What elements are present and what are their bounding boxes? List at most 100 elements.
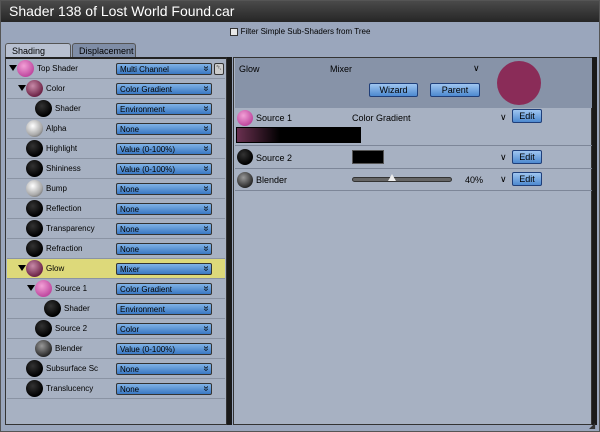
shader-preview-ball[interactable] <box>26 80 43 97</box>
shader-type-dropdown[interactable]: Mixer <box>116 263 212 275</box>
tree-row[interactable]: Shader Environment <box>7 299 225 319</box>
shader-preview-ball[interactable] <box>26 160 43 177</box>
tree-row-label: Subsurface Sc <box>46 364 99 373</box>
tree-row[interactable]: Source 2 Color <box>7 319 225 339</box>
shader-preview-ball[interactable] <box>26 180 43 197</box>
disclosure-triangle-icon[interactable] <box>27 285 35 291</box>
tree-row[interactable]: Bump None <box>7 179 225 199</box>
shader-preview-ball[interactable] <box>17 60 34 77</box>
tree-row-label: Shader <box>64 304 90 313</box>
tab-shading[interactable]: Shading <box>5 43 71 57</box>
shader-preview-ball[interactable] <box>26 120 43 137</box>
shader-preview-ball[interactable] <box>26 240 43 257</box>
blender-slider-track[interactable] <box>352 177 452 182</box>
shader-type-dropdown[interactable]: None <box>116 203 212 215</box>
shader-preview-ball[interactable] <box>26 260 43 277</box>
tree-row[interactable]: Highlight Value (0-100%) <box>7 139 225 159</box>
tree-row-label: Reflection <box>46 204 82 213</box>
shader-preview-ball[interactable] <box>26 200 43 217</box>
source2-label: Source 2 <box>256 153 293 163</box>
resize-grip-icon[interactable]: ◢ <box>589 421 599 431</box>
shader-preview-ball[interactable] <box>35 100 52 117</box>
shader-type-dropdown[interactable]: Value (0-100%) <box>116 143 212 155</box>
shader-type-dropdown[interactable]: Color Gradient <box>116 83 212 95</box>
shader-type-dropdown[interactable]: Value (0-100%) <box>116 343 212 355</box>
filter-checkbox-row[interactable]: Filter Simple Sub-Shaders from Tree <box>1 22 599 42</box>
tree-row[interactable]: Source 1 Color Gradient <box>7 279 225 299</box>
source2-edit-button[interactable]: Edit <box>512 150 542 164</box>
tree-row[interactable]: Blender Value (0-100%) <box>7 339 225 359</box>
tree-row-label: Glow <box>46 264 65 273</box>
tree-row[interactable]: Shader Environment <box>7 99 225 119</box>
tree-row-label: Translucency <box>46 384 94 393</box>
type-chevron-icon[interactable]: ∨ <box>473 63 480 74</box>
shader-preview-ball[interactable] <box>26 140 43 157</box>
shader-type-dropdown[interactable]: None <box>116 383 212 395</box>
blender-edit-button[interactable]: Edit <box>512 172 542 186</box>
shader-type-dropdown[interactable]: Environment <box>116 103 212 115</box>
trash-icon[interactable]: ␡ <box>214 63 224 75</box>
tree-row[interactable]: Subsurface Sc None <box>7 359 225 379</box>
disclosure-triangle-icon[interactable] <box>9 65 17 71</box>
shader-preview-ball[interactable] <box>26 360 43 377</box>
source2-chevron-icon[interactable]: ∨ <box>500 152 507 163</box>
detail-header: Glow Mixer ∨ Wizard Parent <box>235 58 592 108</box>
tree-row[interactable]: Alpha None <box>7 119 225 139</box>
shader-tree-panel: Top Shader Multi Channel␡ Color Color Gradi… <box>5 57 227 425</box>
blender-slider-knob[interactable] <box>388 174 396 181</box>
blender-ball[interactable] <box>237 172 253 188</box>
tree-row[interactable]: Glow Mixer <box>7 259 225 279</box>
channel-name: Glow <box>239 64 260 74</box>
source1-ball[interactable] <box>237 110 253 126</box>
tree-row[interactable]: Color Color Gradient <box>7 79 225 99</box>
shader-preview-ball[interactable] <box>26 380 43 397</box>
tree-row[interactable]: Top Shader Multi Channel␡ <box>7 59 225 79</box>
source2-ball[interactable] <box>237 149 253 165</box>
source1-type: Color Gradient <box>352 113 411 123</box>
tree-row-label: Shader <box>55 104 81 113</box>
tree-row-label: Blender <box>55 344 83 353</box>
parent-button[interactable]: Parent <box>430 83 480 97</box>
shader-window: Shader 138 of Lost World Found.car Filte… <box>0 0 600 432</box>
shader-preview-ball[interactable] <box>44 300 61 317</box>
tree-row[interactable]: Transparency None <box>7 219 225 239</box>
tree-row-label: Color <box>46 84 66 93</box>
wizard-button[interactable]: Wizard <box>369 83 418 97</box>
tree-row-label: Transparency <box>46 224 95 233</box>
shader-preview-ball[interactable] <box>35 280 52 297</box>
shader-type-dropdown[interactable]: Color <box>116 323 212 335</box>
shader-type-dropdown[interactable]: Multi Channel <box>116 63 212 75</box>
color-gradient-swatch[interactable] <box>236 127 361 143</box>
shader-type-dropdown[interactable]: None <box>116 223 212 235</box>
disclosure-triangle-icon[interactable] <box>18 265 26 271</box>
source2-color-swatch[interactable] <box>352 150 384 164</box>
shader-type-dropdown[interactable]: Environment <box>116 303 212 315</box>
shader-type-dropdown[interactable]: Value (0-100%) <box>116 163 212 175</box>
shader-type-dropdown[interactable]: None <box>116 243 212 255</box>
source2-row: Source 2 ∨ Edit <box>235 146 592 169</box>
blender-label: Blender <box>256 175 288 185</box>
tree-row[interactable]: Reflection None <box>7 199 225 219</box>
tab-displacement[interactable]: Displacement <box>72 43 136 57</box>
tree-scrollbar[interactable] <box>227 57 232 425</box>
tree-row[interactable]: Shininess Value (0-100%) <box>7 159 225 179</box>
tree-row-label: Source 1 <box>55 284 88 293</box>
shader-type-dropdown[interactable]: None <box>116 363 212 375</box>
filter-checkbox[interactable] <box>229 27 238 36</box>
shader-type-dropdown[interactable]: None <box>116 123 212 135</box>
tree-row[interactable]: Refraction None <box>7 239 225 259</box>
source1-edit-button[interactable]: Edit <box>512 109 542 123</box>
blender-percent: 40% <box>465 175 484 185</box>
detail-scrollbar[interactable] <box>592 57 597 425</box>
disclosure-triangle-icon[interactable] <box>18 85 26 91</box>
shader-preview-ball[interactable] <box>26 220 43 237</box>
shader-type-dropdown[interactable]: Color Gradient <box>116 283 212 295</box>
tree-row-label: Bump <box>46 184 67 193</box>
tree-row[interactable]: Translucency None <box>7 379 225 399</box>
shader-preview-ball[interactable] <box>35 320 52 337</box>
source1-chevron-icon[interactable]: ∨ <box>500 112 507 123</box>
shader-type-dropdown[interactable]: None <box>116 183 212 195</box>
blender-chevron-icon[interactable]: ∨ <box>500 174 507 185</box>
tree-row-label: Alpha <box>46 124 67 133</box>
shader-preview-ball[interactable] <box>35 340 52 357</box>
